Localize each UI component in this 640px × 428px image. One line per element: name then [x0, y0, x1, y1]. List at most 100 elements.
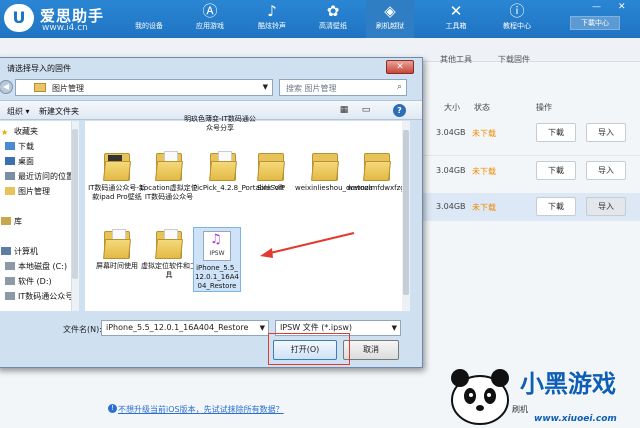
folder-item[interactable]: Sink ViP: [241, 151, 301, 193]
nav-wallpapers[interactable]: ✿ 高清壁纸: [310, 0, 356, 38]
folder-icon: [154, 229, 184, 259]
nav-ringtones[interactable]: ♪ 酷炫铃声: [249, 0, 295, 38]
library-icon: [1, 217, 11, 225]
file-item-partial[interactable]: 明玖色薄变-IT数码通公众号分享: [181, 115, 259, 133]
nav-flash-jailbreak[interactable]: ◈ 刷机越狱: [366, 0, 414, 38]
dialog-close-button[interactable]: ✕: [386, 60, 414, 74]
tab-download-firmware[interactable]: 下载固件: [498, 54, 530, 65]
sidebar-item-drive-c[interactable]: 本地磁盘 (C:): [5, 261, 67, 272]
close-icon[interactable]: ✕: [618, 2, 626, 12]
folder-icon: [310, 151, 340, 181]
sidebar-item-downloads[interactable]: 下载: [5, 141, 34, 152]
bell-icon: ♪: [267, 2, 277, 20]
file-list-scroll-thumb[interactable]: [403, 130, 409, 295]
chevron-down-icon[interactable]: ▼: [263, 83, 268, 91]
folder-icon: [34, 83, 46, 92]
panda-mascot-icon: [451, 369, 509, 425]
preview-pane-icon[interactable]: ▭: [359, 104, 373, 116]
minimize-icon[interactable]: —: [592, 2, 601, 12]
info-icon: ⓘ: [509, 2, 525, 20]
address-path: 图片管理: [52, 84, 84, 93]
chevron-down-icon[interactable]: ▼: [392, 321, 397, 335]
folder-item[interactable]: 虚拟定位软件和工具: [139, 229, 199, 280]
apple-icon: [139, 2, 159, 20]
sidebar-item-desktop[interactable]: 桌面: [5, 156, 34, 167]
brand-url: www.i4.cn: [42, 23, 88, 33]
red-arrow-annotation: [260, 232, 355, 258]
nav-toolbox[interactable]: ✕ 工具箱: [433, 0, 479, 38]
folder-item[interactable]: 屏幕时间使用: [87, 229, 147, 271]
itunes-icon: ♫: [210, 232, 222, 247]
filename-label: 文件名(N):: [63, 325, 102, 334]
col-action: 操作: [536, 103, 552, 112]
drive-icon: [5, 277, 15, 285]
row-size: 3.04GB: [436, 166, 466, 175]
cancel-button[interactable]: 取消: [343, 340, 399, 360]
organize-button[interactable]: 组织 ▾: [7, 106, 30, 117]
download-button[interactable]: 下載: [536, 123, 576, 142]
download-center-button[interactable]: 下載中心: [570, 16, 620, 30]
tools-icon: ✕: [449, 2, 463, 20]
table-row[interactable]: 3.04GB 未下载 下載 导入: [420, 119, 640, 147]
sidebar-scroll-thumb[interactable]: [72, 129, 78, 279]
sidebar-item-recent[interactable]: 最近访问的位置: [5, 171, 74, 182]
row-status: 未下载: [472, 129, 496, 138]
sidebar-item-it-drive[interactable]: IT数码通公众号: [5, 291, 73, 302]
drive-icon: [5, 262, 15, 270]
search-icon: ⌕: [396, 82, 402, 92]
folder-icon: [154, 151, 184, 181]
computer-icon: [1, 247, 11, 255]
nav-my-device[interactable]: 我的设备: [126, 0, 172, 38]
folder-item[interactable]: wetoolmfdwxfzgj: [347, 151, 407, 193]
chevron-down-icon[interactable]: ▼: [260, 321, 265, 335]
ipsw-file-item[interactable]: ♫ IPSW iPhone_5.5_12.0.1_16A404_Restore: [193, 227, 241, 292]
table-row-selected[interactable]: 3.04GB 未下载 下載 导入: [420, 193, 640, 221]
download-button[interactable]: 下載: [536, 197, 576, 216]
navigation-pane: ★ 收藏夹 下载 桌面 最近访问的位置 图片管理 库 计算机 本地磁盘 (C:) …: [0, 121, 79, 311]
search-placeholder: 搜索 图片管理: [286, 84, 337, 93]
download-button[interactable]: 下載: [536, 161, 576, 180]
open-button-highlight: [268, 333, 350, 365]
nav-tutorials[interactable]: ⓘ 教程中心: [494, 0, 540, 38]
dialog-title: 请选择导入的固件: [7, 64, 71, 73]
dropbox-icon: ◈: [384, 2, 396, 20]
col-size: 大小: [444, 103, 460, 112]
watermark-text: 小黑游戏: [520, 370, 616, 398]
erase-data-link[interactable]: 不想升级当前iOS版本，先试试抹除所有数据？: [118, 404, 284, 415]
help-icon[interactable]: ?: [393, 104, 406, 117]
folder-icon: [362, 151, 392, 181]
import-button[interactable]: 导入: [586, 161, 626, 180]
watermark-url: www.xiuoei.com: [534, 414, 617, 424]
row-size: 3.04GB: [436, 128, 466, 137]
sidebar-item-libraries[interactable]: 库: [1, 216, 22, 227]
import-button[interactable]: 导入: [586, 197, 626, 216]
nav-apps-games[interactable]: Ⓐ 应用游戏: [187, 0, 233, 38]
view-options-icon[interactable]: ▦: [337, 104, 351, 116]
folder-icon: [102, 151, 132, 181]
address-bar[interactable]: 图片管理 ▼: [15, 79, 273, 96]
sidebar-item-drive-d[interactable]: 软件 (D:): [5, 276, 52, 287]
sidebar-item-picture-manager[interactable]: 图片管理: [5, 186, 50, 197]
desktop-icon: [5, 157, 15, 165]
info-icon: !: [108, 404, 117, 413]
sidebar-item-computer[interactable]: 计算机: [1, 246, 38, 257]
table-row[interactable]: 3.04GB 未下载 下載 导入: [420, 157, 640, 185]
drive-icon: [5, 292, 15, 300]
back-arrow-icon[interactable]: ◀: [0, 80, 13, 94]
new-folder-button[interactable]: 新建文件夹: [39, 106, 79, 117]
list-header: 大小 状态 操作: [420, 100, 640, 116]
i4-logo-icon: U: [4, 4, 34, 32]
folder-icon: [102, 229, 132, 259]
sidebar-item-favorites[interactable]: ★ 收藏夹: [1, 126, 38, 137]
folder-item[interactable]: Location虚拟定位 IT数码通公众号: [139, 151, 199, 202]
import-button[interactable]: 导入: [586, 123, 626, 142]
tab-other-tools[interactable]: 其他工具: [440, 54, 472, 65]
search-input[interactable]: 搜索 图片管理 ⌕: [279, 79, 407, 96]
star-icon: ★: [1, 128, 9, 137]
filename-input[interactable]: iPhone_5.5_12.0.1_16A404_Restore ▼: [101, 320, 269, 336]
folder-item[interactable]: weixinlieshou_downza: [295, 151, 373, 193]
file-open-dialog: 请选择导入的固件 ✕ ◀ 图片管理 ▼ 搜索 图片管理 ⌕ 组织 ▾ 新建文件夹…: [0, 57, 423, 368]
folder-icon: [208, 151, 238, 181]
folder-item[interactable]: IT数码通公众号-新款ipad Pro壁纸: [87, 151, 147, 202]
folder-icon: [256, 151, 286, 181]
